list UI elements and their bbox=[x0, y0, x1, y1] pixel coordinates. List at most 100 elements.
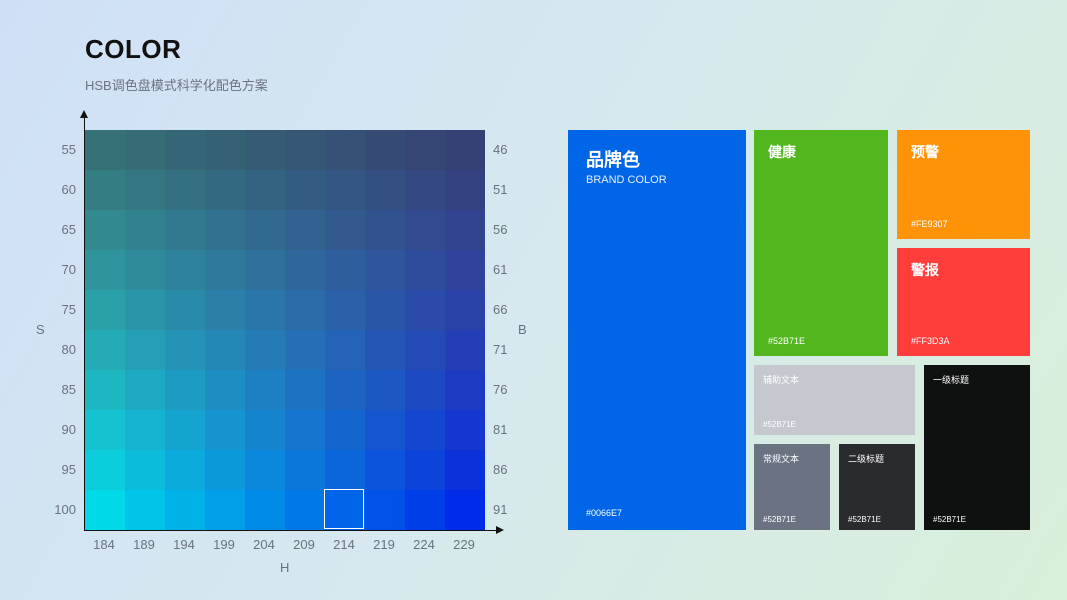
color-cell[interactable] bbox=[245, 170, 285, 210]
color-cell[interactable] bbox=[165, 290, 205, 330]
alarm-color-swatch[interactable]: 警报 #FF3D3A bbox=[897, 248, 1030, 356]
color-cell[interactable] bbox=[85, 450, 125, 490]
color-cell[interactable] bbox=[245, 490, 285, 530]
h1-title-color-swatch[interactable]: 一级标题 #52B71E bbox=[924, 365, 1030, 530]
color-cell[interactable] bbox=[365, 370, 405, 410]
color-cell[interactable] bbox=[285, 250, 325, 290]
color-cell[interactable] bbox=[365, 210, 405, 250]
color-cell[interactable] bbox=[405, 250, 445, 290]
color-cell[interactable] bbox=[165, 490, 205, 530]
color-cell[interactable] bbox=[165, 410, 205, 450]
color-cell[interactable] bbox=[125, 290, 165, 330]
color-cell[interactable] bbox=[285, 130, 325, 170]
color-cell[interactable] bbox=[125, 170, 165, 210]
color-cell[interactable] bbox=[445, 330, 485, 370]
color-cell[interactable] bbox=[125, 450, 165, 490]
color-cell[interactable] bbox=[205, 490, 245, 530]
normal-text-color-swatch[interactable]: 常规文本 #52B71E bbox=[754, 444, 830, 530]
color-cell[interactable] bbox=[245, 410, 285, 450]
color-cell[interactable] bbox=[245, 210, 285, 250]
color-cell[interactable] bbox=[325, 410, 365, 450]
warning-color-swatch[interactable]: 预警 #FE9307 bbox=[897, 130, 1030, 239]
color-cell[interactable] bbox=[205, 450, 245, 490]
color-cell[interactable] bbox=[245, 290, 285, 330]
color-cell[interactable] bbox=[445, 290, 485, 330]
color-cell[interactable] bbox=[365, 450, 405, 490]
color-cell[interactable] bbox=[365, 130, 405, 170]
color-cell[interactable] bbox=[125, 130, 165, 170]
color-cell[interactable] bbox=[85, 410, 125, 450]
aux-text-color-swatch[interactable]: 辅助文本 #52B71E bbox=[754, 365, 915, 435]
color-cell[interactable] bbox=[85, 330, 125, 370]
color-cell[interactable] bbox=[285, 370, 325, 410]
health-color-swatch[interactable]: 健康 #52B71E bbox=[754, 130, 888, 356]
color-cell[interactable] bbox=[325, 130, 365, 170]
color-cell[interactable] bbox=[165, 450, 205, 490]
color-cell[interactable] bbox=[205, 250, 245, 290]
color-cell[interactable] bbox=[285, 450, 325, 490]
color-cell[interactable] bbox=[205, 330, 245, 370]
color-cell[interactable] bbox=[325, 170, 365, 210]
color-cell[interactable] bbox=[405, 410, 445, 450]
color-cell[interactable] bbox=[405, 210, 445, 250]
color-cell[interactable] bbox=[285, 290, 325, 330]
color-cell[interactable] bbox=[125, 210, 165, 250]
color-cell[interactable] bbox=[445, 450, 485, 490]
color-cell[interactable] bbox=[405, 130, 445, 170]
color-cell[interactable] bbox=[125, 250, 165, 290]
color-cell[interactable] bbox=[325, 250, 365, 290]
color-cell[interactable] bbox=[85, 490, 125, 530]
brand-color-swatch[interactable]: 品牌色 BRAND COLOR #0066E7 bbox=[568, 130, 746, 530]
color-cell[interactable] bbox=[365, 490, 405, 530]
color-cell[interactable] bbox=[405, 290, 445, 330]
color-cell[interactable] bbox=[325, 210, 365, 250]
color-cell[interactable] bbox=[165, 170, 205, 210]
color-cell[interactable] bbox=[405, 490, 445, 530]
color-cell[interactable] bbox=[85, 290, 125, 330]
color-cell[interactable] bbox=[125, 410, 165, 450]
color-cell[interactable] bbox=[445, 410, 485, 450]
color-cell[interactable] bbox=[405, 170, 445, 210]
color-cell[interactable] bbox=[445, 370, 485, 410]
color-cell[interactable] bbox=[205, 210, 245, 250]
color-cell[interactable] bbox=[445, 210, 485, 250]
color-cell[interactable] bbox=[165, 370, 205, 410]
color-cell[interactable] bbox=[285, 490, 325, 530]
color-cell[interactable] bbox=[405, 370, 445, 410]
color-cell[interactable] bbox=[365, 250, 405, 290]
color-cell[interactable] bbox=[205, 170, 245, 210]
color-cell[interactable] bbox=[325, 450, 365, 490]
color-cell[interactable] bbox=[85, 250, 125, 290]
color-cell[interactable] bbox=[85, 370, 125, 410]
color-cell[interactable] bbox=[125, 370, 165, 410]
color-cell[interactable] bbox=[325, 290, 365, 330]
color-cell[interactable] bbox=[285, 410, 325, 450]
color-cell[interactable] bbox=[245, 330, 285, 370]
color-cell[interactable] bbox=[205, 130, 245, 170]
color-cell[interactable] bbox=[205, 370, 245, 410]
color-cell[interactable] bbox=[405, 450, 445, 490]
color-cell[interactable] bbox=[365, 410, 405, 450]
color-cell[interactable] bbox=[445, 490, 485, 530]
color-cell[interactable] bbox=[285, 210, 325, 250]
color-cell[interactable] bbox=[325, 370, 365, 410]
color-cell[interactable] bbox=[245, 450, 285, 490]
color-cell[interactable] bbox=[245, 250, 285, 290]
color-cell[interactable] bbox=[325, 330, 365, 370]
color-cell[interactable] bbox=[285, 170, 325, 210]
color-cell[interactable] bbox=[205, 410, 245, 450]
color-cell[interactable] bbox=[165, 210, 205, 250]
color-cell[interactable] bbox=[85, 170, 125, 210]
color-cell[interactable] bbox=[285, 330, 325, 370]
color-cell[interactable] bbox=[125, 330, 165, 370]
color-cell[interactable] bbox=[245, 370, 285, 410]
color-cell[interactable] bbox=[165, 130, 205, 170]
color-cell[interactable] bbox=[445, 250, 485, 290]
color-cell[interactable] bbox=[165, 330, 205, 370]
color-cell[interactable] bbox=[85, 130, 125, 170]
color-cell[interactable] bbox=[205, 290, 245, 330]
color-cell[interactable] bbox=[365, 170, 405, 210]
color-cell[interactable] bbox=[445, 170, 485, 210]
color-cell[interactable] bbox=[445, 130, 485, 170]
color-cell[interactable] bbox=[405, 330, 445, 370]
